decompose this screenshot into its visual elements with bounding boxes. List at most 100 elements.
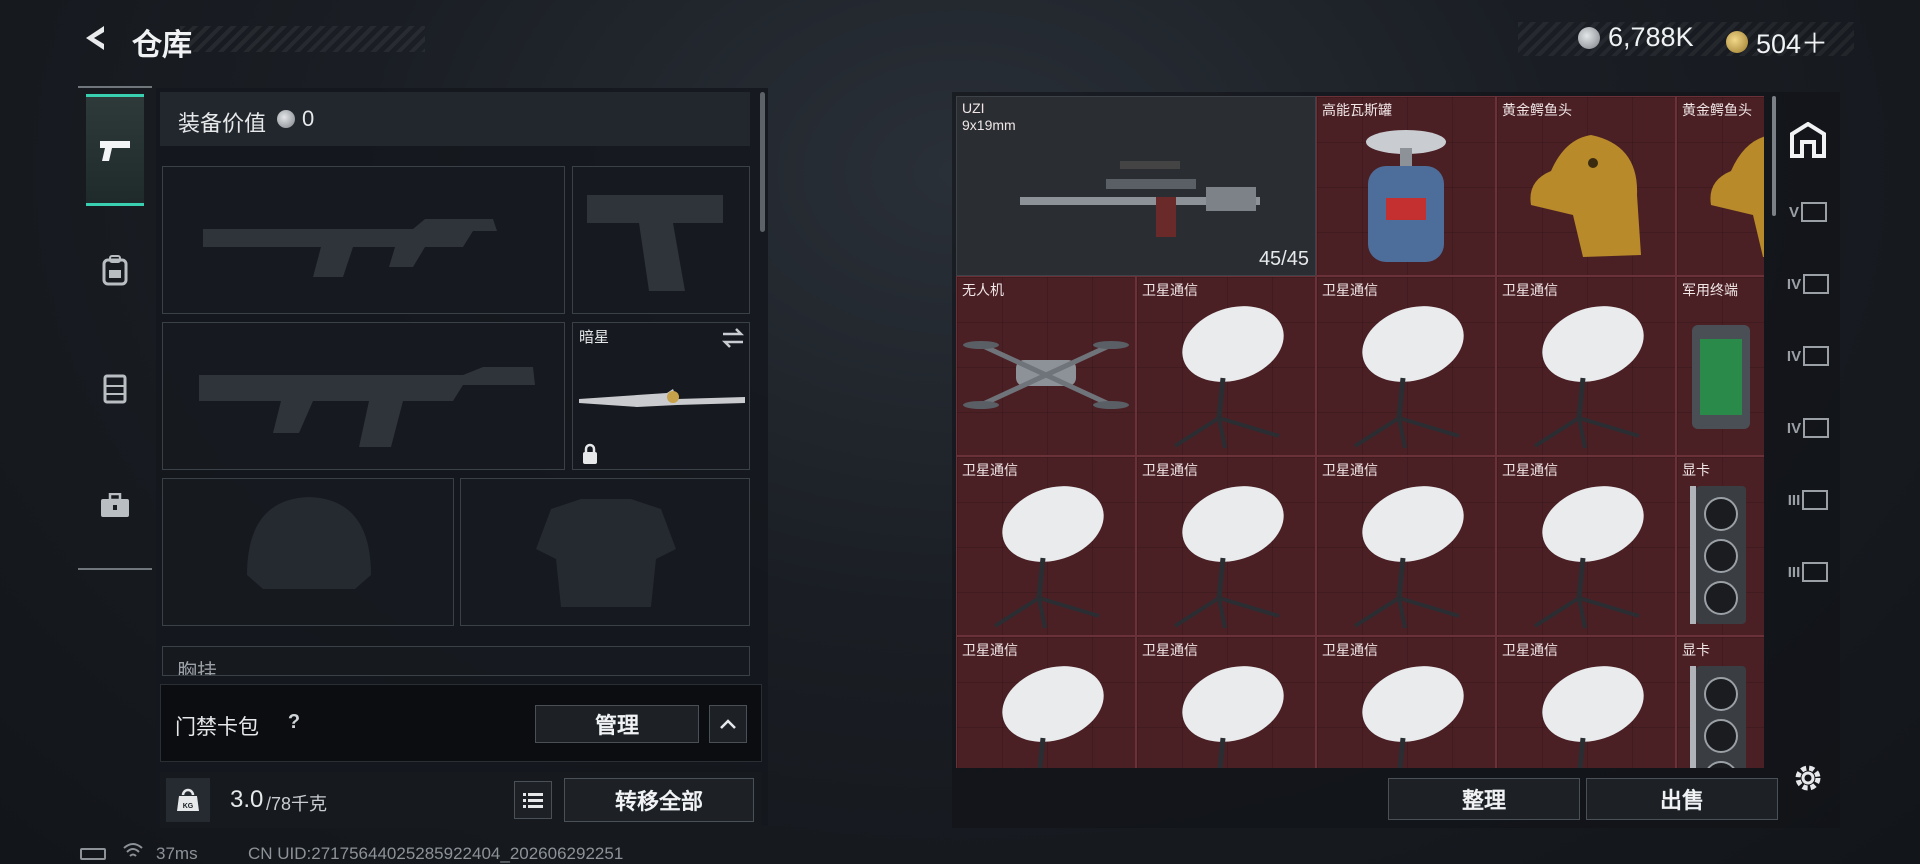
kettlebell-icon: KG	[177, 788, 199, 811]
stash-item-dish[interactable]: 卫星通信	[1136, 456, 1316, 636]
ping-text: 37ms	[156, 844, 198, 863]
loadout-scrollbar[interactable]	[760, 92, 765, 232]
stash-item-dish[interactable]: 卫星通信	[1496, 636, 1676, 768]
melee-slot[interactable]: 暗星	[572, 322, 750, 470]
item-name: 黄金鳄鱼头	[1682, 102, 1752, 118]
gold-currency[interactable]: 504＋	[1726, 22, 1828, 61]
helmet-placeholder-icon	[247, 497, 371, 589]
back-button[interactable]	[78, 20, 114, 56]
stash-item-weapon[interactable]: UZI 9x19mm 45/45	[956, 96, 1316, 276]
stash-item-terminal[interactable]: 军用终端	[1676, 276, 1764, 456]
chest-rig-slot[interactable]: 胸挂	[162, 646, 750, 676]
stash-item-croc[interactable]: 黄金鳄鱼头	[1496, 96, 1676, 276]
collapse-button[interactable]	[709, 705, 747, 743]
primary-weapon-slot-2[interactable]	[162, 322, 565, 470]
item-name: 卫星通信	[1142, 462, 1198, 478]
swap-icon[interactable]	[721, 327, 745, 349]
filter-tier-IV[interactable]: IV	[1778, 326, 1838, 386]
dish-icon	[1317, 659, 1495, 768]
help-icon[interactable]: ?	[279, 707, 309, 737]
manage-button[interactable]: 管理	[535, 705, 699, 743]
tab-backpack[interactable]	[86, 214, 144, 326]
equipment-value-bar: 装备价值 0	[160, 92, 750, 146]
access-card-pack: 门禁卡包 ? 管理	[160, 684, 762, 762]
dish-icon	[957, 479, 1135, 631]
gpu-icon	[1677, 479, 1764, 631]
weight-icon-text: KG	[183, 803, 194, 810]
rail-divider-bottom	[78, 568, 152, 570]
item-name: 卫星通信	[1502, 642, 1558, 658]
stash-item-dish[interactable]: 卫星通信	[1316, 276, 1496, 456]
weight-capacity: /78千克	[266, 794, 328, 814]
filter-tier-III[interactable]: III	[1778, 470, 1838, 530]
tier-label: IV	[1786, 347, 1802, 365]
stash-item-drone[interactable]: 无人机	[956, 276, 1136, 456]
filter-home[interactable]	[1778, 110, 1838, 170]
item-name: 卫星通信	[962, 462, 1018, 478]
vest-icon	[103, 374, 127, 404]
item-name: 军用终端	[1682, 282, 1738, 298]
item-name: 卫星通信	[1142, 642, 1198, 658]
stash-item-gpu[interactable]: 显卡	[1676, 456, 1764, 636]
item-name: 卫星通信	[1502, 282, 1558, 298]
primary-weapon-slot[interactable]	[162, 166, 565, 314]
tab-weapons[interactable]	[86, 94, 144, 206]
tier-label: IV	[1786, 275, 1802, 293]
stash-item-dish[interactable]: 卫星通信	[1316, 636, 1496, 768]
stash-item-dish[interactable]: 卫星通信	[956, 456, 1136, 636]
stash-item-croc[interactable]: 黄金鳄鱼头	[1676, 96, 1764, 276]
tier-label: IV	[1786, 419, 1802, 437]
filter-tier-IV[interactable]: IV	[1778, 398, 1838, 458]
item-name: 卫星通信	[1322, 462, 1378, 478]
stash-scrollbar[interactable]	[1772, 96, 1776, 216]
dish-icon	[1317, 479, 1495, 631]
rifle-placeholder-icon	[199, 367, 535, 447]
tab-vest[interactable]	[86, 332, 144, 444]
stash-item-dish[interactable]: 卫星通信	[956, 636, 1136, 768]
item-name: 黄金鳄鱼头	[1502, 102, 1572, 118]
list-view-button[interactable]	[514, 781, 552, 819]
dish-icon	[1497, 299, 1675, 451]
stash-item-dish[interactable]: 卫星通信	[1136, 276, 1316, 456]
tab-case[interactable]	[86, 450, 144, 562]
gpu-icon	[1677, 659, 1764, 768]
stash-item-gpu[interactable]: 显卡	[1676, 636, 1764, 768]
item-name: 卫星通信	[1322, 282, 1378, 298]
dish-icon	[1137, 299, 1315, 451]
item-name: UZI	[962, 100, 985, 116]
transfer-all-button[interactable]: 转移全部	[564, 778, 754, 822]
sort-button[interactable]: 整理	[1388, 778, 1580, 820]
folder-icon	[1803, 418, 1830, 438]
stash-item-dish[interactable]: 卫星通信	[1496, 276, 1676, 456]
list-icon	[523, 793, 543, 808]
item-name: 卫星通信	[962, 642, 1018, 658]
filter-tier-V[interactable]: V	[1778, 182, 1838, 242]
sidearm-slot[interactable]	[572, 166, 750, 314]
dish-icon	[1497, 479, 1675, 631]
ammo-count: 45/45	[1258, 248, 1309, 270]
access-card-label: 门禁卡包	[175, 716, 259, 739]
helmet-slot[interactable]	[162, 478, 454, 626]
silver-currency[interactable]: 6,788K	[1578, 22, 1694, 53]
stash-item-dish[interactable]: 卫星通信	[1316, 456, 1496, 636]
stash-home-icon	[1790, 122, 1826, 158]
stash-item-dish[interactable]: 卫星通信	[1136, 636, 1316, 768]
settings-button[interactable]	[1792, 762, 1824, 794]
battery-icon	[80, 848, 106, 860]
stash-item-dish[interactable]: 卫星通信	[1496, 456, 1676, 636]
silver-coin-icon	[277, 110, 295, 128]
sell-button[interactable]: 出售	[1586, 778, 1778, 820]
stash-grid: UZI 9x19mm 45/45 高能瓦斯罐 黄金鳄鱼头 黄金鳄鱼头 无人机 卫星通信 卫星通信…	[956, 96, 1764, 768]
tier-label: V	[1788, 203, 1799, 221]
item-name: 高能瓦斯罐	[1322, 102, 1392, 118]
stash-item-gas[interactable]: 高能瓦斯罐	[1316, 96, 1496, 276]
item-name: 卫星通信	[1502, 462, 1558, 478]
dish-icon	[957, 659, 1135, 768]
chevron-up-icon	[720, 719, 736, 729]
croc-icon	[1677, 119, 1764, 271]
filter-tier-III[interactable]: III	[1778, 542, 1838, 602]
filter-tier-IV[interactable]: IV	[1778, 254, 1838, 314]
stash-filter-rail: V IV IV IV III III	[1778, 96, 1838, 768]
armor-slot[interactable]	[460, 478, 750, 626]
weight-bar: KG 3.0 /78千克 转移全部	[160, 772, 762, 828]
